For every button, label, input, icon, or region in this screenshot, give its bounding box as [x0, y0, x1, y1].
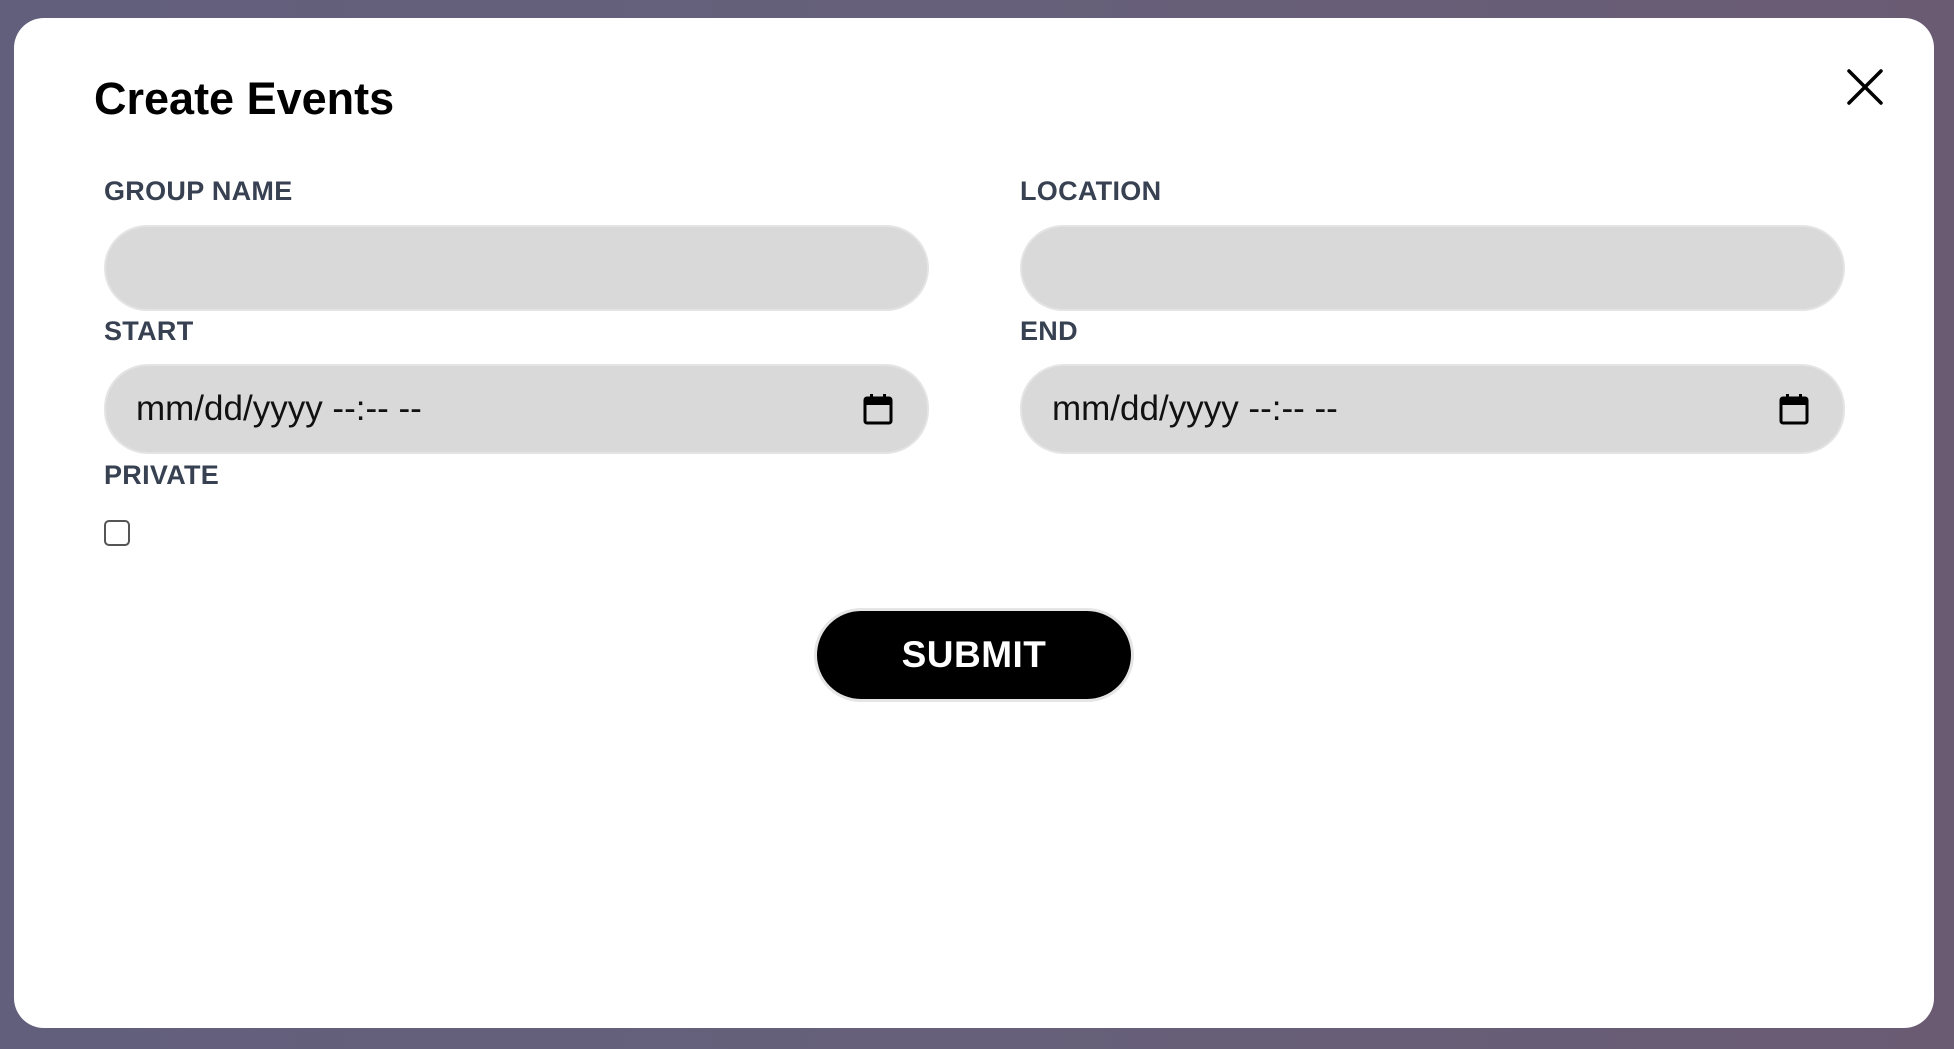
start-datetime-placeholder: mm/dd/yyyy --:-- -- — [136, 389, 422, 428]
end-label: END — [1020, 316, 1078, 346]
close-button[interactable] — [1846, 68, 1884, 106]
close-icon — [1846, 68, 1884, 106]
private-checkbox[interactable] — [104, 520, 130, 546]
create-events-modal: Create Events GROUP NAME LOCATION START … — [14, 18, 1934, 1028]
submit-button[interactable]: SUBMIT — [814, 608, 1134, 702]
location-label: LOCATION — [1020, 176, 1162, 206]
end-datetime-input[interactable]: mm/dd/yyyy --:-- -- — [1020, 364, 1845, 454]
start-label: START — [104, 316, 194, 346]
private-label: PRIVATE — [104, 460, 220, 490]
group-name-input[interactable] — [104, 225, 929, 311]
location-input[interactable] — [1020, 225, 1845, 311]
start-datetime-input[interactable]: mm/dd/yyyy --:-- -- — [104, 364, 929, 454]
end-datetime-placeholder: mm/dd/yyyy --:-- -- — [1052, 389, 1338, 428]
calendar-icon[interactable] — [863, 393, 893, 425]
group-name-label: GROUP NAME — [104, 176, 293, 206]
modal-title: Create Events — [94, 73, 395, 124]
calendar-icon[interactable] — [1779, 393, 1809, 425]
